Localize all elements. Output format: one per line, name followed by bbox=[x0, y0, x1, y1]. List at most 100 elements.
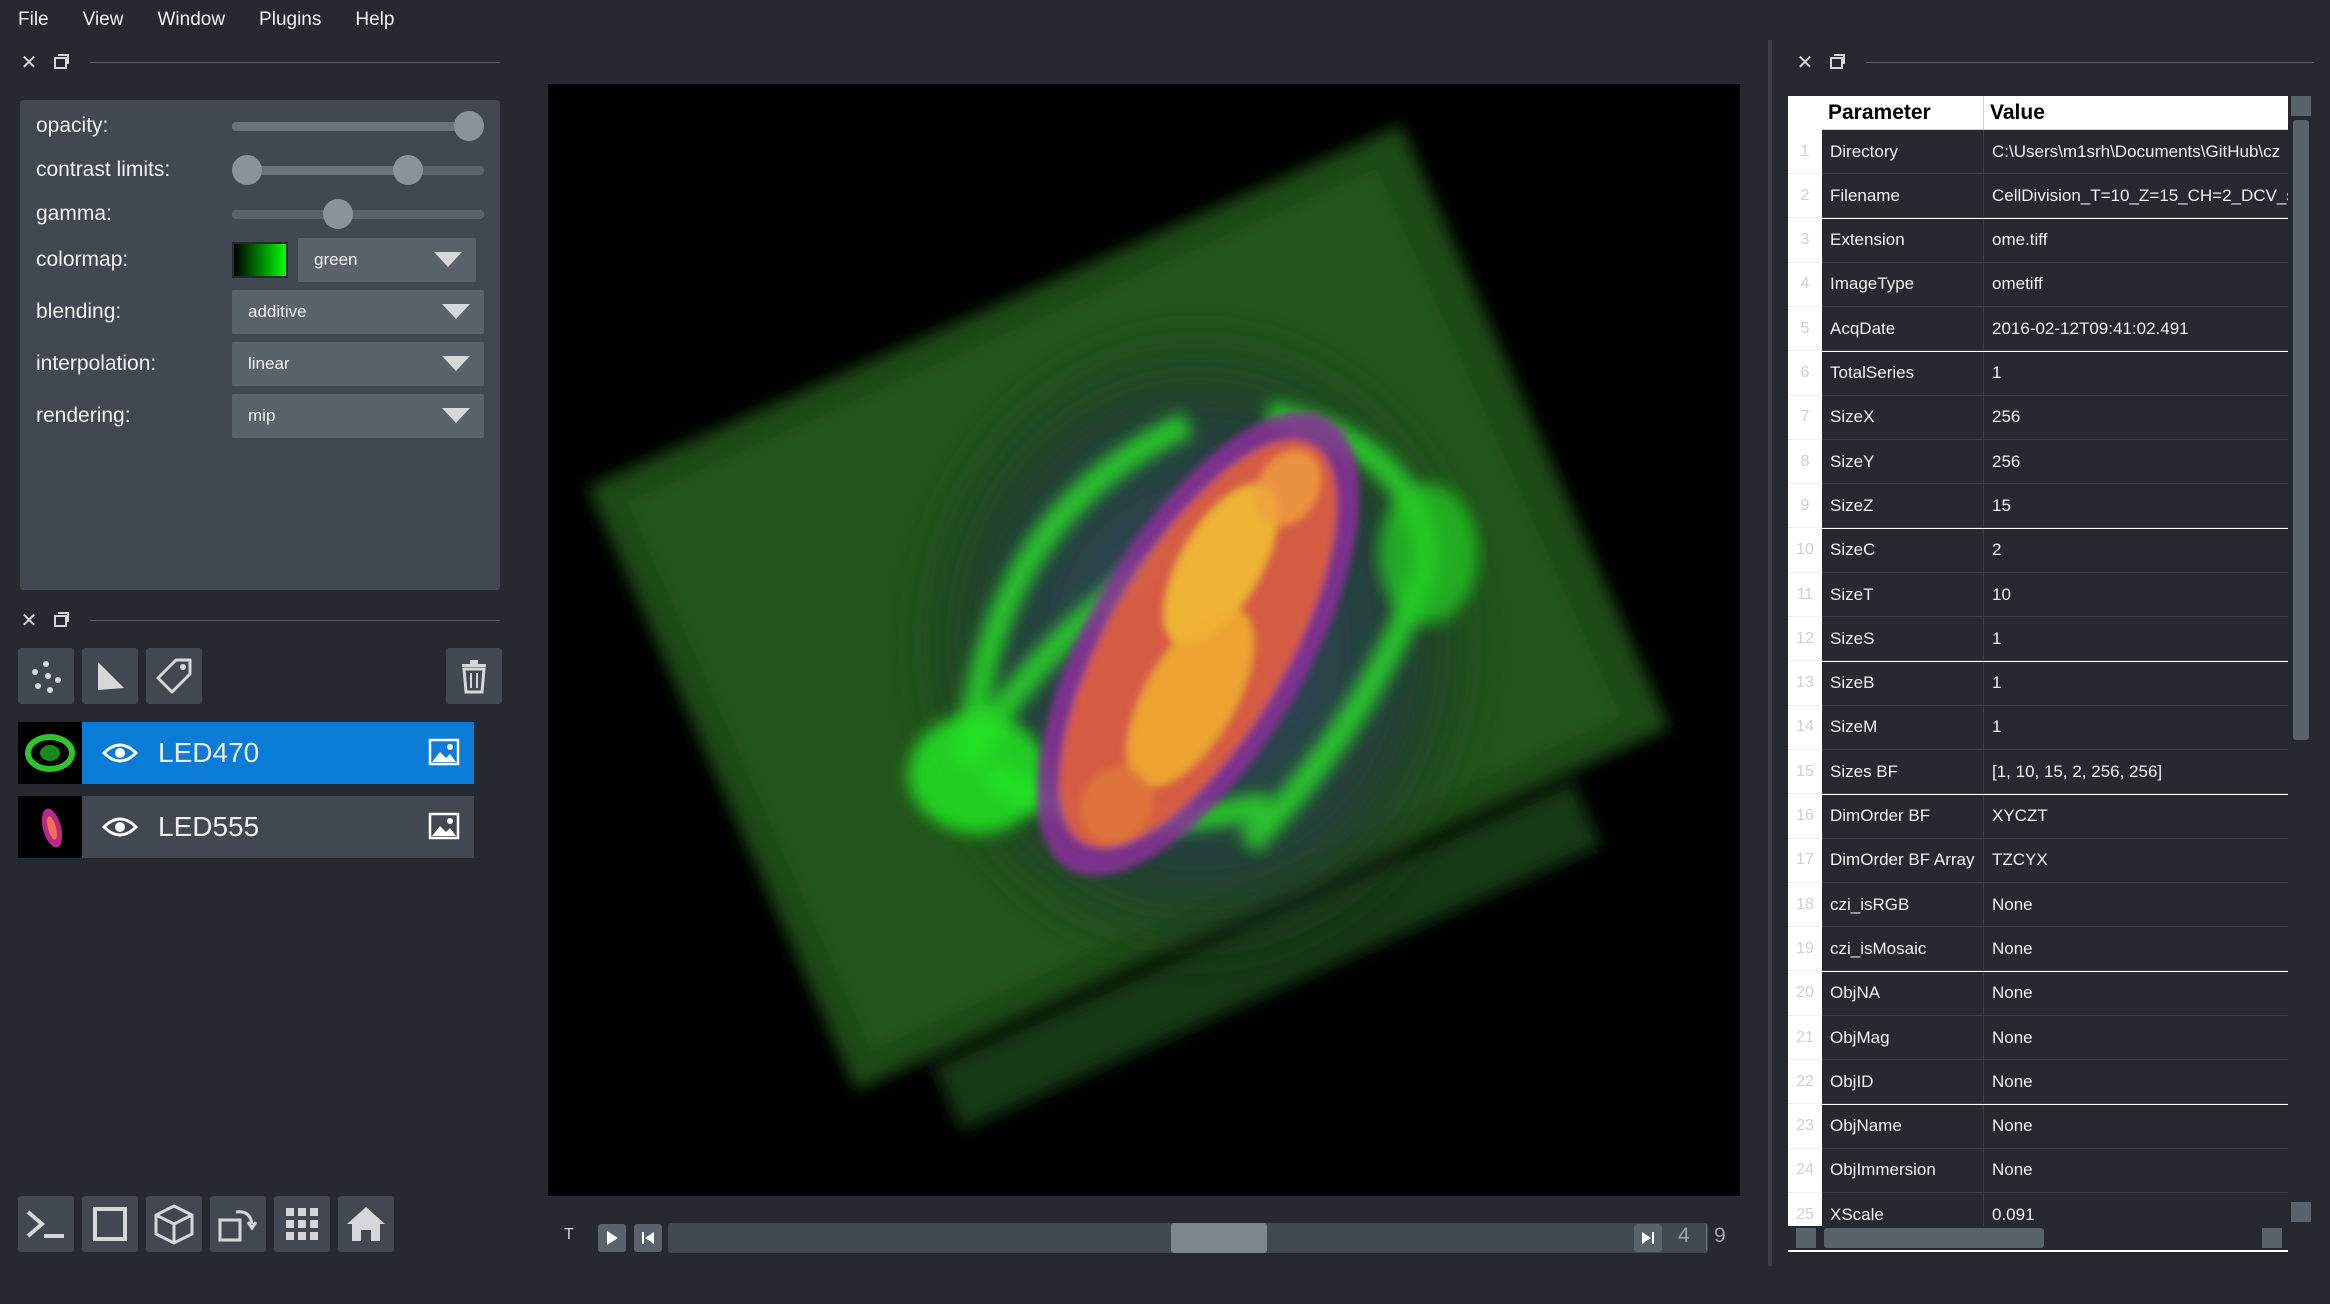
delete-layer-button[interactable] bbox=[446, 648, 502, 704]
gamma-handle[interactable] bbox=[322, 199, 353, 229]
table-row[interactable]: 13 SizeB 1 bbox=[1788, 661, 2288, 706]
contrast-high-handle[interactable] bbox=[393, 155, 424, 185]
table-row[interactable]: 21 ObjMag None bbox=[1788, 1016, 2288, 1060]
table-row[interactable]: 19 czi_isMosaic None bbox=[1788, 927, 2288, 972]
ndisplay-2d-button[interactable] bbox=[82, 1196, 138, 1252]
table-row[interactable]: 1 Directory C:\Users\m1srh\Documents\GitHu… bbox=[1788, 130, 2288, 174]
console-button[interactable] bbox=[18, 1196, 74, 1252]
home-button[interactable] bbox=[338, 1196, 394, 1252]
layer-item-led470[interactable]: LED470 bbox=[18, 722, 474, 784]
value-cell[interactable]: 256 bbox=[1984, 396, 2288, 440]
opacity-handle[interactable] bbox=[454, 111, 484, 141]
value-cell[interactable]: None bbox=[1984, 883, 2288, 928]
dims-slider-thumb[interactable] bbox=[1171, 1223, 1268, 1253]
value-cell[interactable]: None bbox=[1984, 1060, 2288, 1105]
table-row[interactable]: 17 DimOrder BF Array TZCYX bbox=[1788, 838, 2288, 883]
ndisplay-3d-button[interactable] bbox=[146, 1196, 202, 1252]
menu-window[interactable]: Window bbox=[157, 9, 225, 31]
rendering-select[interactable]: mip bbox=[232, 394, 484, 438]
table-row[interactable]: 22 ObjID None bbox=[1788, 1060, 2288, 1105]
table-row[interactable]: 7 SizeX 256 bbox=[1788, 395, 2288, 440]
table-vertical-scrollbar[interactable] bbox=[2290, 96, 2312, 1222]
parameter-cell[interactable]: Extension bbox=[1822, 218, 1984, 263]
value-cell[interactable]: XYCZT bbox=[1984, 795, 2288, 839]
table-row[interactable]: 16 DimOrder BF XYCZT bbox=[1788, 794, 2288, 839]
value-cell[interactable]: None bbox=[1984, 972, 2288, 1016]
parameter-cell[interactable]: SizeY bbox=[1822, 440, 1984, 485]
parameter-cell[interactable]: SizeZ bbox=[1822, 484, 1984, 529]
parameter-cell[interactable]: SizeS bbox=[1822, 617, 1984, 662]
first-frame-button[interactable] bbox=[634, 1224, 662, 1252]
value-cell[interactable]: [1, 10, 15, 2, 256, 256] bbox=[1984, 750, 2288, 795]
header-value[interactable]: Value bbox=[1984, 96, 2288, 130]
parameter-cell[interactable]: Filename bbox=[1822, 174, 1984, 219]
image-canvas[interactable] bbox=[548, 84, 1740, 1196]
header-parameter[interactable]: Parameter bbox=[1822, 96, 1984, 130]
parameter-cell[interactable]: DimOrder BF bbox=[1822, 794, 1984, 839]
opacity-slider[interactable] bbox=[232, 106, 484, 146]
table-horizontal-scrollbar[interactable] bbox=[1788, 1226, 2290, 1250]
parameter-cell[interactable]: Sizes BF bbox=[1822, 750, 1984, 795]
value-cell[interactable]: ometiff bbox=[1984, 263, 2288, 307]
parameter-cell[interactable]: ObjNA bbox=[1822, 971, 1984, 1016]
eye-icon[interactable] bbox=[102, 741, 138, 765]
layer-body[interactable]: LED470 bbox=[82, 722, 474, 784]
value-cell[interactable]: ome.tiff bbox=[1984, 219, 2288, 263]
table-row[interactable]: 10 SizeC 2 bbox=[1788, 528, 2288, 573]
table-row[interactable]: 23 ObjName None bbox=[1788, 1104, 2288, 1149]
parameter-cell[interactable]: TotalSeries bbox=[1822, 351, 1984, 396]
new-shapes-button[interactable] bbox=[82, 648, 138, 704]
menu-plugins[interactable]: Plugins bbox=[259, 9, 321, 31]
float-icon[interactable] bbox=[1826, 51, 1848, 73]
current-frame[interactable]: 4 bbox=[1678, 1224, 1690, 1248]
table-row[interactable]: 8 SizeY 256 bbox=[1788, 440, 2288, 485]
scrollbar-thumb[interactable] bbox=[2293, 120, 2309, 740]
value-cell[interactable]: 1 bbox=[1984, 617, 2288, 662]
scroll-up-arrow[interactable] bbox=[2291, 96, 2311, 116]
contrast-low-handle[interactable] bbox=[232, 155, 262, 185]
value-cell[interactable]: 1 bbox=[1984, 352, 2288, 396]
value-cell[interactable]: None bbox=[1984, 927, 2288, 972]
interpolation-select[interactable]: linear bbox=[232, 342, 484, 386]
scroll-right-arrow[interactable] bbox=[2262, 1228, 2282, 1248]
value-cell[interactable]: 2 bbox=[1984, 529, 2288, 573]
table-row[interactable]: 6 TotalSeries 1 bbox=[1788, 351, 2288, 396]
menu-view[interactable]: View bbox=[83, 9, 124, 31]
parameter-cell[interactable]: SizeT bbox=[1822, 573, 1984, 617]
value-cell[interactable]: 15 bbox=[1984, 484, 2288, 529]
parameter-cell[interactable]: ObjMag bbox=[1822, 1016, 1984, 1060]
parameter-cell[interactable]: ObjName bbox=[1822, 1104, 1984, 1149]
table-row[interactable]: 4 ImageType ometiff bbox=[1788, 262, 2288, 307]
value-cell[interactable]: None bbox=[1984, 1149, 2288, 1193]
table-row[interactable]: 11 SizeT 10 bbox=[1788, 573, 2288, 617]
value-cell[interactable]: 2016-02-12T09:41:02.491 bbox=[1984, 307, 2288, 352]
blending-select[interactable]: additive bbox=[232, 290, 484, 334]
colormap-select[interactable]: green bbox=[298, 238, 476, 282]
eye-icon[interactable] bbox=[102, 815, 138, 839]
parameter-cell[interactable]: DimOrder BF Array bbox=[1822, 838, 1984, 883]
table-row[interactable]: 24 ObjImmersion None bbox=[1788, 1148, 2288, 1193]
parameter-cell[interactable]: czi_isMosaic bbox=[1822, 927, 1984, 972]
value-cell[interactable]: 1 bbox=[1984, 662, 2288, 706]
table-row[interactable]: 20 ObjNA None bbox=[1788, 971, 2288, 1016]
new-labels-button[interactable] bbox=[146, 648, 202, 704]
close-icon[interactable]: ✕ bbox=[18, 609, 40, 632]
table-row[interactable]: 5 AcqDate 2016-02-12T09:41:02.491 bbox=[1788, 307, 2288, 352]
layer-item-led555[interactable]: LED555 bbox=[18, 796, 474, 858]
menu-help[interactable]: Help bbox=[355, 9, 394, 31]
float-icon[interactable] bbox=[50, 51, 72, 73]
dims-slider[interactable] bbox=[668, 1223, 1708, 1253]
value-cell[interactable]: 1 bbox=[1984, 706, 2288, 750]
value-cell[interactable]: None bbox=[1984, 1016, 2288, 1060]
last-frame-button[interactable] bbox=[1634, 1224, 1662, 1252]
parameter-cell[interactable]: SizeC bbox=[1822, 528, 1984, 573]
value-cell[interactable]: 10 bbox=[1984, 573, 2288, 617]
scroll-left-arrow[interactable] bbox=[1796, 1228, 1816, 1248]
table-row[interactable]: 18 czi_isRGB None bbox=[1788, 883, 2288, 928]
scroll-down-arrow[interactable] bbox=[2291, 1202, 2311, 1222]
play-button[interactable] bbox=[598, 1224, 626, 1252]
value-cell[interactable]: 256 bbox=[1984, 440, 2288, 485]
value-cell[interactable]: CellDivision_T=10_Z=15_CH=2_DCV_s bbox=[1984, 174, 2288, 219]
roll-dims-button[interactable] bbox=[210, 1196, 266, 1252]
close-icon[interactable]: ✕ bbox=[1794, 51, 1816, 74]
